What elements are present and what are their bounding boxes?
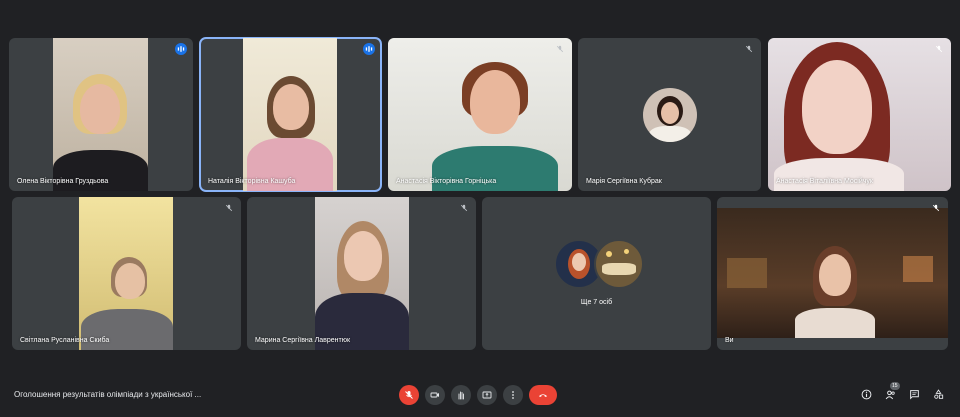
speaking-indicator-icon	[175, 43, 187, 55]
more-participants-label: Ще 7 осіб	[580, 299, 613, 306]
participant-tile[interactable]: Олена Вікторівна Груздьова	[9, 38, 193, 191]
mic-off-icon[interactable]	[399, 385, 419, 405]
bottom-toolbar: Оголошення результатів олімпіади з украї…	[0, 374, 960, 417]
participant-avatar	[594, 239, 644, 289]
participant-name: Наталія Вікторівна Кашуба	[208, 178, 296, 185]
participant-name: Марина Сергіївна Лаврентюк	[255, 337, 351, 344]
video-grid: Олена Вікторівна Груздьова Наталія Вікто…	[0, 6, 960, 374]
raise-hand-icon[interactable]	[451, 385, 471, 405]
participant-video	[388, 38, 572, 191]
participant-tile[interactable]: Світлана Русланівна Скиба	[12, 197, 241, 350]
speaking-indicator-icon	[363, 43, 375, 55]
participant-name: Ви	[725, 337, 734, 344]
participant-tile[interactable]: Анастасія Вікторівна Горніцька	[388, 38, 572, 191]
participant-tile[interactable]: Марина Сергіївна Лаврентюк	[247, 197, 476, 350]
people-icon[interactable]: 15	[883, 382, 900, 401]
meeting-title: Оголошення результатів олімпіади з украї…	[14, 390, 202, 399]
more-options-icon[interactable]	[503, 385, 523, 405]
participant-video	[717, 208, 948, 338]
participant-name: Олена Вікторівна Груздьова	[17, 178, 109, 185]
mic-off-icon	[554, 43, 566, 55]
chat-icon[interactable]	[907, 387, 921, 401]
more-participants-tile[interactable]: Ще 7 осіб	[482, 197, 711, 350]
participant-tile[interactable]: Ви	[717, 197, 948, 350]
participant-name: Світлана Русланівна Скиба	[20, 337, 110, 344]
participant-name: Марія Сергіївна Кубрак	[586, 178, 662, 185]
mic-off-icon	[743, 43, 755, 55]
mic-off-icon	[933, 43, 945, 55]
mic-off-icon	[930, 202, 942, 214]
mic-off-icon	[458, 202, 470, 214]
activities-icon[interactable]	[931, 387, 945, 401]
participant-video	[53, 38, 148, 191]
participant-video	[768, 38, 951, 191]
people-count-badge: 15	[890, 382, 900, 390]
participant-avatar	[643, 88, 697, 142]
participant-name: Анастасія Віталіївна Мосійчук	[776, 178, 873, 185]
mic-off-icon	[223, 202, 235, 214]
participant-tile[interactable]: Наталія Вікторівна Кашуба	[199, 37, 382, 192]
present-icon[interactable]	[477, 385, 497, 405]
participant-tile[interactable]: Марія Сергіївна Кубрак	[578, 38, 761, 191]
participant-name: Анастасія Вікторівна Горніцька	[396, 178, 497, 185]
participant-video	[243, 38, 337, 191]
participant-video	[79, 197, 173, 350]
camera-icon[interactable]	[425, 385, 445, 405]
participant-video	[315, 197, 409, 350]
end-call-icon[interactable]	[529, 385, 557, 405]
participant-tile[interactable]: Анастасія Віталіївна Мосійчук	[768, 38, 951, 191]
info-icon[interactable]	[859, 387, 873, 401]
